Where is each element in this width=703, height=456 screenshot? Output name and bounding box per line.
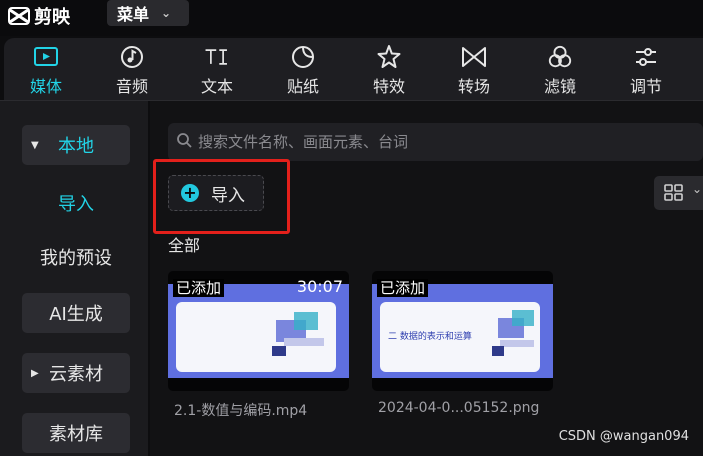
sticker-icon (290, 44, 316, 70)
media-card[interactable]: 二 数据的表示和运算 已添加 (372, 271, 553, 391)
sidebar-item-local[interactable]: ▼ 本地 (22, 125, 130, 165)
tab-label: 滤镜 (543, 77, 576, 96)
category-toolbar: 媒体 音频 文本 贴纸 特效 转场 滤镜 调节 (4, 38, 703, 100)
caret-down-icon: ▼ (31, 139, 39, 151)
media-filename: 2024-04-0...05152.png (378, 400, 540, 416)
sliders-icon (633, 44, 659, 70)
sidebar-item-ai-generate[interactable]: AI生成 (22, 293, 130, 333)
tab-media[interactable]: 媒体 (16, 38, 76, 100)
sidebar-item-label: 本地 (58, 136, 94, 157)
media-play-icon (33, 44, 59, 70)
tab-label: 媒体 (29, 77, 62, 96)
app-logo: 剪映 (8, 4, 70, 28)
sidebar-item-my-presets[interactable]: 我的预设 (22, 237, 130, 277)
grid-view-icon (664, 184, 684, 206)
illustration-icon (272, 312, 324, 356)
tab-transitions[interactable]: 转场 (444, 38, 504, 100)
section-label: 全部 (168, 236, 201, 255)
transition-bowtie-icon (461, 44, 487, 70)
caret-right-icon: ▶ (31, 367, 39, 379)
tab-label: 特效 (372, 77, 405, 96)
tab-text[interactable]: 文本 (187, 38, 247, 100)
view-mode-button[interactable]: ⌄ (654, 176, 703, 210)
media-card[interactable]: 已添加 30:07 (168, 271, 349, 391)
tab-filters[interactable]: 滤镜 (530, 38, 590, 100)
tab-label: 调节 (629, 77, 662, 96)
slide-title-text: 二 数据的表示和运算 (388, 332, 472, 342)
sidebar-item-label: 导入 (58, 194, 94, 215)
sparkle-star-icon (376, 44, 402, 70)
tab-audio[interactable]: 音频 (102, 38, 162, 100)
tab-effects[interactable]: 特效 (359, 38, 419, 100)
tab-label: 贴纸 (286, 77, 319, 96)
tab-adjust[interactable]: 调节 (616, 38, 676, 100)
video-duration: 30:07 (296, 277, 343, 296)
tab-stickers[interactable]: 贴纸 (273, 38, 333, 100)
search-bar[interactable] (168, 123, 703, 161)
chevron-down-icon: ⌄ (161, 6, 172, 20)
slide-preview (176, 302, 336, 372)
search-input[interactable] (192, 132, 703, 152)
tab-label: 转场 (457, 77, 490, 96)
watermark: CSDN @wangan094 (558, 429, 689, 444)
slide-preview: 二 数据的表示和运算 (380, 302, 540, 372)
sidebar-item-library[interactable]: 素材库 (22, 413, 130, 453)
title-bar: 剪映 菜单 ⌄ (0, 0, 703, 36)
added-badge: 已添加 (377, 279, 429, 297)
sidebar-item-import[interactable]: 导入 (22, 183, 130, 223)
thumbnail (168, 284, 349, 378)
sidebar-item-cloud[interactable]: ▶ 云素材 (22, 353, 130, 393)
sidebar-item-label: AI生成 (49, 304, 103, 325)
search-icon (176, 132, 192, 152)
filter-circles-icon (547, 44, 573, 70)
thumbnail: 二 数据的表示和运算 (372, 284, 553, 378)
menu-label: 菜单 (117, 5, 150, 24)
music-note-icon (119, 44, 145, 70)
text-ti-icon (204, 44, 230, 70)
chevron-down-icon: ⌄ (692, 182, 703, 196)
app-name: 剪映 (34, 7, 70, 28)
annotation-highlight-box (153, 159, 290, 234)
media-filename: 2.1-数值与编码.mp4 (174, 403, 308, 419)
sidebar-item-label: 素材库 (49, 424, 103, 445)
added-badge: 已添加 (173, 279, 225, 297)
tab-label: 音频 (115, 77, 148, 96)
menu-dropdown[interactable]: 菜单 ⌄ (107, 0, 189, 26)
capcut-logo-icon (8, 7, 30, 25)
sidebar-item-label: 我的预设 (40, 248, 112, 269)
tab-label: 文本 (200, 77, 233, 96)
sidebar-item-label: 云素材 (49, 364, 103, 385)
